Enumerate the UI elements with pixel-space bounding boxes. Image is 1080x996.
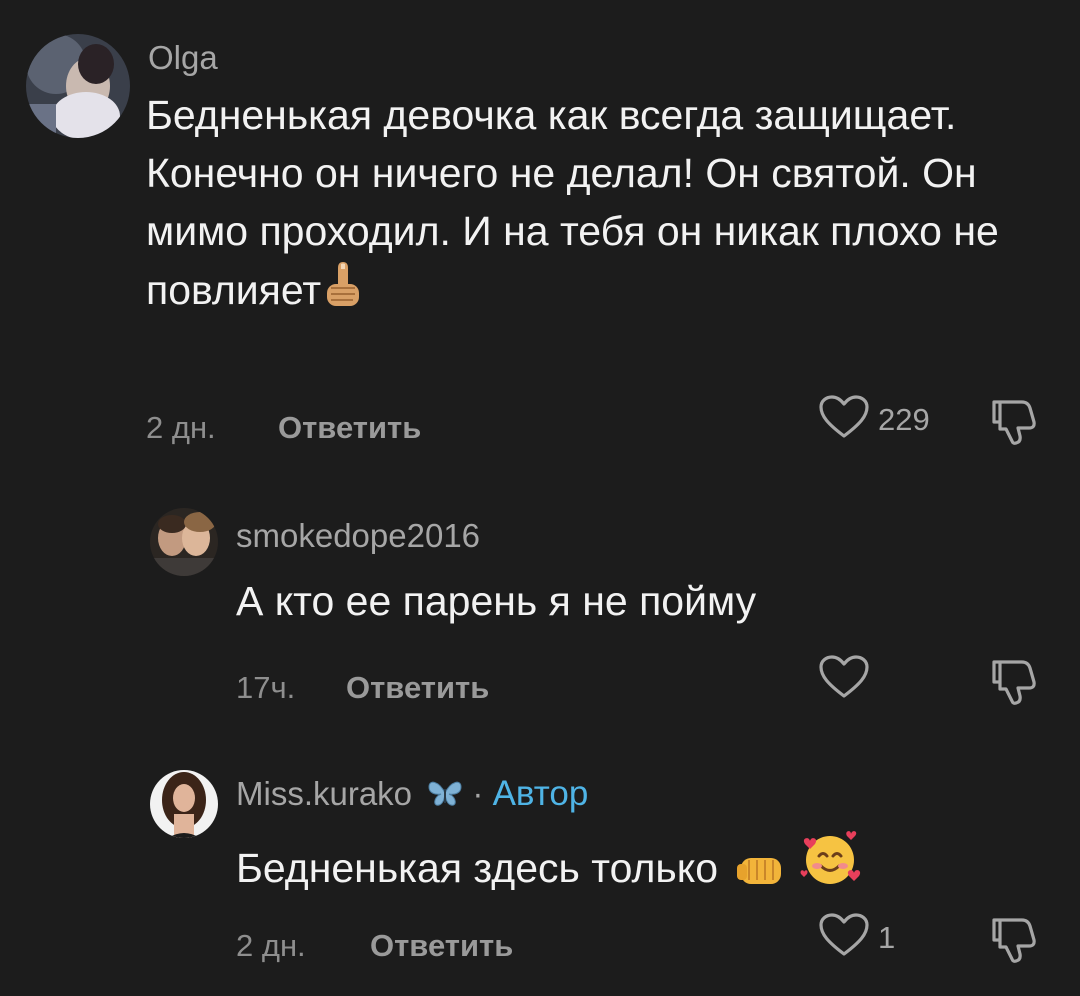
fist-bump-emoji-icon — [737, 845, 787, 903]
pointing-up-emoji-icon — [321, 260, 365, 325]
like-count: 1 — [878, 919, 896, 955]
like-button[interactable]: 1 — [818, 912, 895, 963]
dislike-button[interactable] — [990, 396, 1038, 451]
reply-button[interactable]: Ответить — [278, 408, 421, 448]
dislike-button[interactable] — [990, 656, 1038, 711]
smiling-face-with-hearts-emoji-icon — [799, 830, 861, 903]
thumbs-down-icon — [992, 918, 1036, 963]
heart-icon — [818, 394, 870, 445]
reply-button[interactable]: Ответить — [346, 668, 489, 708]
comment-text: А кто ее парень я не пойму — [236, 578, 757, 624]
dislike-button[interactable] — [990, 914, 1038, 969]
like-count: 229 — [878, 401, 930, 437]
comment-time: 17ч. — [236, 670, 296, 705]
username[interactable]: Miss.kurako — [236, 775, 412, 812]
comment-smokedope2016: smokedope2016 А кто ее парень я не пойму… — [0, 460, 1080, 730]
comment-olga: Olga Бедненькая девочка как всегда защищ… — [0, 0, 1080, 460]
avatar[interactable] — [150, 770, 218, 838]
comment-time: 2 дн. — [236, 928, 306, 963]
comment-text-content: Бедненькая девочка как всегда защищает. … — [146, 92, 999, 313]
comment-time: 2 дн. — [146, 410, 216, 445]
thumbs-down-icon — [992, 660, 1036, 705]
avatar[interactable] — [150, 508, 218, 576]
butterfly-icon — [427, 778, 463, 818]
username-row: Miss.kurako · Автор — [236, 774, 588, 818]
like-button[interactable] — [818, 654, 878, 705]
separator: · — [472, 775, 484, 812]
reply-button[interactable]: Ответить — [370, 926, 513, 966]
comment-text-content: Бедненькая здесь только — [236, 845, 718, 891]
avatar[interactable] — [26, 34, 130, 138]
heart-icon — [818, 912, 870, 963]
thumbs-down-icon — [992, 400, 1036, 445]
heart-icon — [818, 654, 870, 705]
author-badge: Автор — [492, 774, 589, 813]
comment-miss-kurako: Miss.kurako · Автор Бедненькая здесь тол… — [0, 730, 1080, 996]
comment-text: Бедненькая девочка как всегда защищает. … — [146, 86, 1036, 325]
username[interactable]: smokedope2016 — [236, 516, 480, 556]
like-button[interactable]: 229 — [818, 394, 930, 445]
comment-text: Бедненькая здесь только — [236, 830, 1036, 903]
username[interactable]: Olga — [148, 38, 218, 78]
